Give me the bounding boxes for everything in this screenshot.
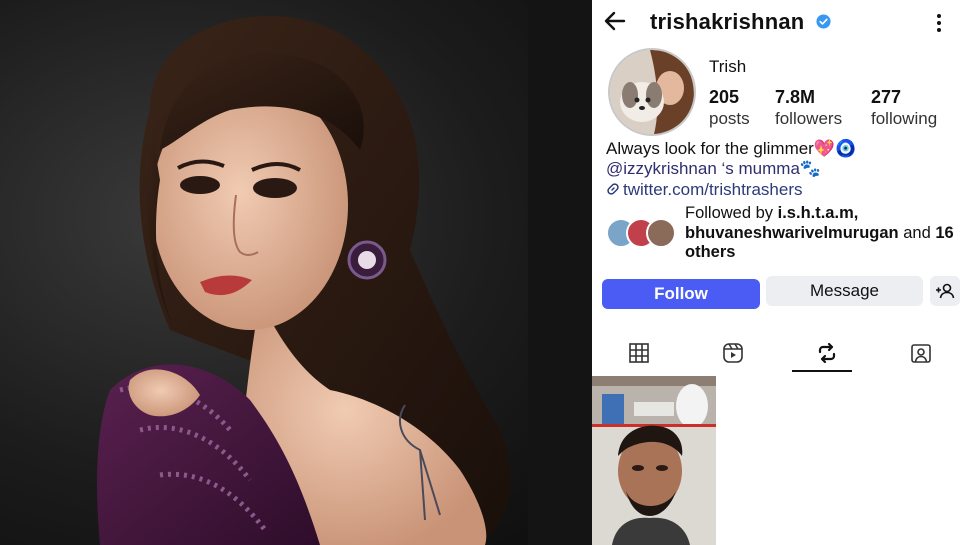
more-vertical-icon[interactable] (930, 10, 948, 36)
stat-following-count: 277 (871, 87, 902, 107)
add-user-button[interactable] (930, 276, 960, 306)
followed-by-avatars[interactable] (606, 218, 678, 248)
reposts-icon (818, 342, 836, 364)
posts-grid (592, 376, 970, 545)
link-icon (607, 183, 619, 195)
profile-avatar[interactable] (608, 48, 696, 136)
stat-followers[interactable]: 7.8M followers (775, 86, 842, 130)
stat-following[interactable]: 277 following (871, 86, 937, 130)
instagram-profile: trishakrishnan Trish 205 posts 7.8M foll… (592, 0, 970, 545)
add-user-icon (936, 283, 955, 299)
bio-line-1: Always look for the glimmer💖🧿 (606, 139, 857, 158)
top-bar: trishakrishnan (592, 0, 970, 44)
bio-link-text: twitter.com/trishtrashers (623, 180, 803, 199)
stat-followers-label: followers (775, 109, 843, 128)
tab-posts-grid[interactable] (592, 334, 686, 372)
profile-photo-large (0, 0, 592, 545)
bio-mention[interactable]: @izzykrishnan ‘s mumma🐾 (606, 158, 821, 180)
profile-username: trishakrishnan (650, 9, 805, 34)
tagged-icon (911, 344, 931, 363)
followed-by-suffix: and (898, 223, 936, 242)
follower-avatar (646, 218, 676, 248)
tab-reels[interactable] (686, 334, 780, 372)
tab-reposts[interactable] (780, 334, 874, 372)
stat-posts-label: posts (709, 109, 750, 128)
reels-icon (723, 343, 743, 363)
message-button[interactable]: Message (766, 276, 923, 306)
profile-display-name: Trish (709, 57, 747, 76)
stat-followers-count: 7.8M (775, 87, 816, 107)
stat-posts[interactable]: 205 posts (709, 86, 750, 130)
back-arrow-icon[interactable] (602, 8, 628, 34)
verified-badge-icon (816, 14, 831, 29)
follow-button[interactable]: Follow (602, 279, 760, 309)
stat-posts-count: 205 (709, 87, 740, 107)
followed-by-text[interactable]: Followed by i.s.h.t.a.m, bhuvaneshwarive… (685, 204, 960, 263)
profile-tabs (592, 334, 970, 372)
grid-icon (629, 343, 649, 363)
stat-following-label: following (871, 109, 938, 128)
bio-link[interactable]: twitter.com/trishtrashers (606, 179, 803, 201)
post-thumbnail[interactable] (592, 376, 716, 545)
followed-by-prefix: Followed by (685, 204, 778, 222)
tab-tagged[interactable] (874, 334, 968, 372)
